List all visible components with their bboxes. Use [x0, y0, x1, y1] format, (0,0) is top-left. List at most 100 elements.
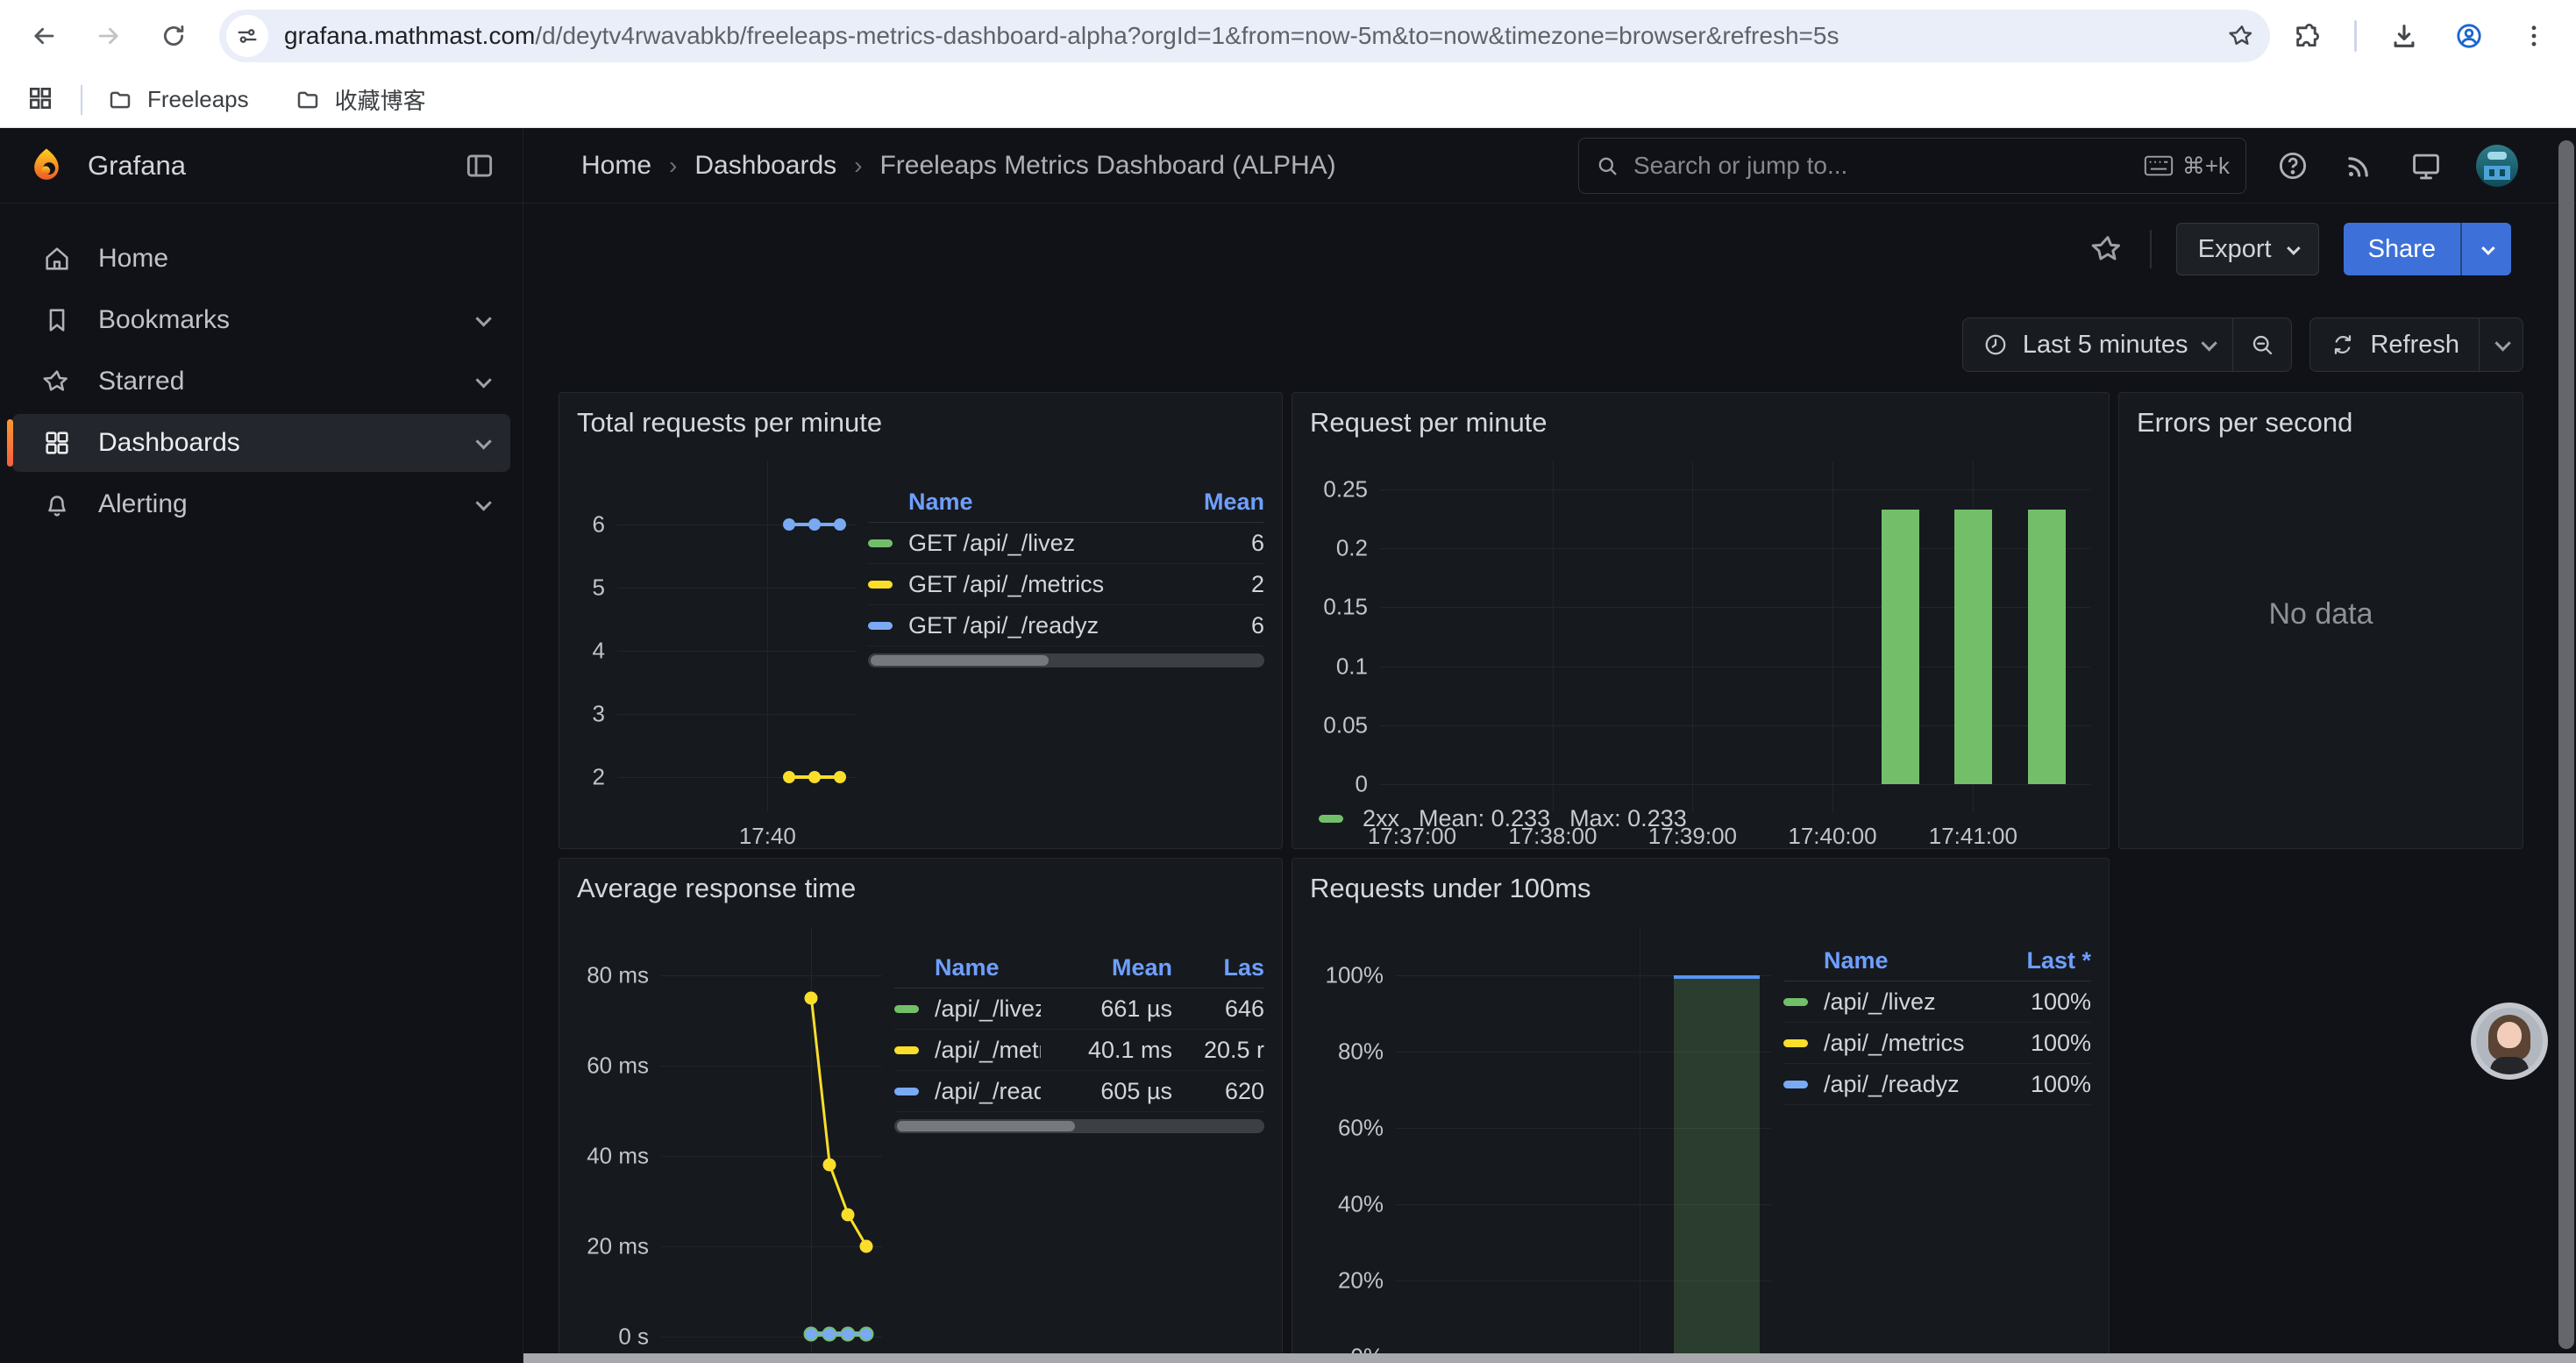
legend-row[interactable]: /api/_/metrics 40.1 ms 20.5 r	[894, 1030, 1264, 1071]
breadcrumb-dashboards[interactable]: Dashboards	[694, 151, 836, 181]
breadcrumb-home[interactable]: Home	[581, 151, 651, 181]
plot-total-requests: 6 5 4 3 2	[577, 461, 856, 812]
y-tick: 20 ms	[587, 1233, 649, 1260]
export-button[interactable]: Export	[2176, 223, 2319, 275]
help-icon[interactable]	[2276, 149, 2309, 182]
chevron-down-icon[interactable]	[475, 433, 491, 449]
panel-requests-under-100ms[interactable]: Requests under 100ms 100% 80% 60% 40% 20…	[1292, 858, 2110, 1363]
bar-2xx	[1954, 510, 1992, 784]
news-rss-icon[interactable]	[2343, 149, 2376, 182]
breadcrumb-separator: ›	[854, 152, 862, 180]
sidebar-item-dashboards[interactable]: Dashboards	[12, 414, 510, 472]
chevron-down-icon[interactable]	[475, 310, 491, 326]
series-name: /api/_/metrics	[935, 1037, 1041, 1064]
extensions-icon[interactable]	[2289, 18, 2324, 54]
plot-avg-response-time: 80 ms 60 ms 40 ms 20 ms 0 s	[577, 927, 882, 1363]
series-last: 646	[1172, 995, 1264, 1023]
refresh-button[interactable]: Refresh	[2310, 318, 2479, 371]
screen: grafana.mathmast.com/d/deytv4rwavabkb/fr…	[0, 0, 2576, 1363]
legend-header-name[interactable]: Name	[1824, 947, 1977, 974]
plot-request-per-minute: 0.25 0.2 0.15 0.1 0.05 0	[1310, 461, 2090, 812]
series-color-pill	[894, 1046, 919, 1054]
legend-header-name[interactable]: Name	[908, 489, 1150, 516]
page-vertical-scrollbar[interactable]	[2558, 140, 2574, 1349]
bookmark-folder-freeleaps[interactable]: Freeleaps	[107, 86, 249, 113]
time-picker-group: Last 5 minutes	[1962, 318, 2293, 372]
search-input[interactable]	[1633, 152, 2144, 180]
series-color-pill	[1783, 1039, 1808, 1047]
legend-scrollbar[interactable]	[868, 653, 1264, 667]
sidebar-item-bookmarks[interactable]: Bookmarks	[12, 291, 510, 349]
y-tick: 5	[593, 574, 605, 602]
series-mean: 661 µs	[1041, 995, 1172, 1023]
site-settings-icon[interactable]	[226, 15, 268, 57]
page-horizontal-scrollbar[interactable]	[523, 1353, 2576, 1363]
time-range-picker[interactable]: Last 5 minutes	[1963, 318, 2233, 371]
kiosk-monitor-icon[interactable]	[2409, 149, 2443, 182]
favorite-star-icon[interactable]	[2090, 232, 2125, 267]
series-color-pill	[868, 581, 893, 589]
panel-total-requests[interactable]: Total requests per minute 6 5 4 3 2	[559, 392, 1283, 849]
share-button[interactable]: Share	[2344, 223, 2460, 275]
legend-header-mean[interactable]: Mean	[1150, 489, 1264, 516]
legend-row[interactable]: /api/_/readyz 605 µs 620	[894, 1071, 1264, 1112]
download-icon[interactable]	[2387, 18, 2422, 54]
series-color-pill	[894, 1005, 919, 1013]
series-name: /api/_/livez	[935, 995, 1041, 1023]
star-icon	[42, 367, 72, 396]
apps-grid-icon[interactable]	[26, 84, 58, 116]
legend-row[interactable]: GET /api/_/livez 6	[868, 523, 1264, 564]
panel-avg-response-time[interactable]: Average response time 80 ms 60 ms 40 ms …	[559, 858, 1283, 1363]
sidebar-toggle-icon[interactable]	[463, 149, 496, 182]
url-text[interactable]: grafana.mathmast.com/d/deytv4rwavabkb/fr…	[284, 22, 2223, 50]
browser-menu-icon[interactable]	[2516, 18, 2551, 54]
chevron-down-icon[interactable]	[475, 495, 491, 510]
legend-row[interactable]: /api/_/readyz 100%	[1783, 1064, 2091, 1105]
legend-scrollbar[interactable]	[894, 1119, 1264, 1133]
bookmark-label: 收藏博客	[335, 83, 426, 116]
chevron-down-icon[interactable]	[475, 372, 491, 388]
url-bar[interactable]: grafana.mathmast.com/d/deytv4rwavabkb/fr…	[219, 10, 2270, 62]
panel-request-per-minute[interactable]: Request per minute 0.25 0.2 0.15 0.1 0.0…	[1292, 392, 2110, 849]
series-color-pill	[1783, 1081, 1808, 1088]
legend-row[interactable]: GET /api/_/readyz 6	[868, 605, 1264, 646]
legend-header-mean[interactable]: Mean	[1041, 954, 1172, 981]
legend-avg-response: Name Mean Las /api/_/livez 661 µs 646	[894, 948, 1264, 1363]
panel-errors-per-second[interactable]: Errors per second No data	[2118, 392, 2523, 849]
zoom-out-button[interactable]	[2233, 318, 2291, 371]
share-menu-button[interactable]	[2460, 223, 2511, 275]
avatar-visor	[2487, 152, 2507, 160]
grafana-logo[interactable]	[26, 146, 67, 186]
toolbar-separator	[2354, 20, 2357, 52]
refresh-interval-button[interactable]	[2480, 318, 2523, 371]
sidebar-item-home[interactable]: Home	[12, 230, 510, 288]
area-fill-100pct	[1674, 975, 1760, 1357]
series-last: 620	[1172, 1078, 1264, 1105]
forward-icon[interactable]	[89, 17, 128, 55]
series-last: 20.5 r	[1172, 1037, 1264, 1064]
profile-icon[interactable]	[2451, 18, 2487, 54]
floating-assistant-avatar[interactable]	[2471, 1003, 2548, 1080]
y-tick: 0	[1356, 771, 1368, 798]
home-icon	[42, 244, 72, 274]
sidebar-item-alerting[interactable]: Alerting	[12, 475, 510, 533]
time-range-label: Last 5 minutes	[2023, 331, 2188, 360]
bookmark-folder-blogs[interactable]: 收藏博客	[295, 83, 426, 116]
legend-2xx[interactable]: 2xx Mean: 0.233 Max: 0.233	[1319, 805, 1687, 832]
sidebar-item-starred[interactable]: Starred	[12, 353, 510, 410]
user-avatar[interactable]	[2476, 145, 2518, 187]
bookmark-star-icon[interactable]	[2223, 17, 2261, 55]
search-box[interactable]: ⌘+k	[1578, 138, 2246, 194]
legend-header-name[interactable]: Name	[935, 954, 1041, 981]
legend-row[interactable]: /api/_/livez 100%	[1783, 981, 2091, 1023]
series-last: 100%	[1977, 1071, 2091, 1098]
legend-row[interactable]: /api/_/metrics 100%	[1783, 1023, 2091, 1064]
reload-icon[interactable]	[154, 17, 193, 55]
legend-header-last[interactable]: Last *	[1977, 947, 2091, 974]
legend-row[interactable]: /api/_/livez 661 µs 646	[894, 988, 1264, 1030]
legend-row[interactable]: GET /api/_/metrics 2	[868, 564, 1264, 605]
back-icon[interactable]	[25, 17, 63, 55]
grafana-topbar: Grafana Home › Dashboards › Freeleaps Me…	[0, 128, 2576, 203]
x-tick: 17:40	[739, 823, 796, 850]
legend-header-last[interactable]: Las	[1172, 954, 1264, 981]
